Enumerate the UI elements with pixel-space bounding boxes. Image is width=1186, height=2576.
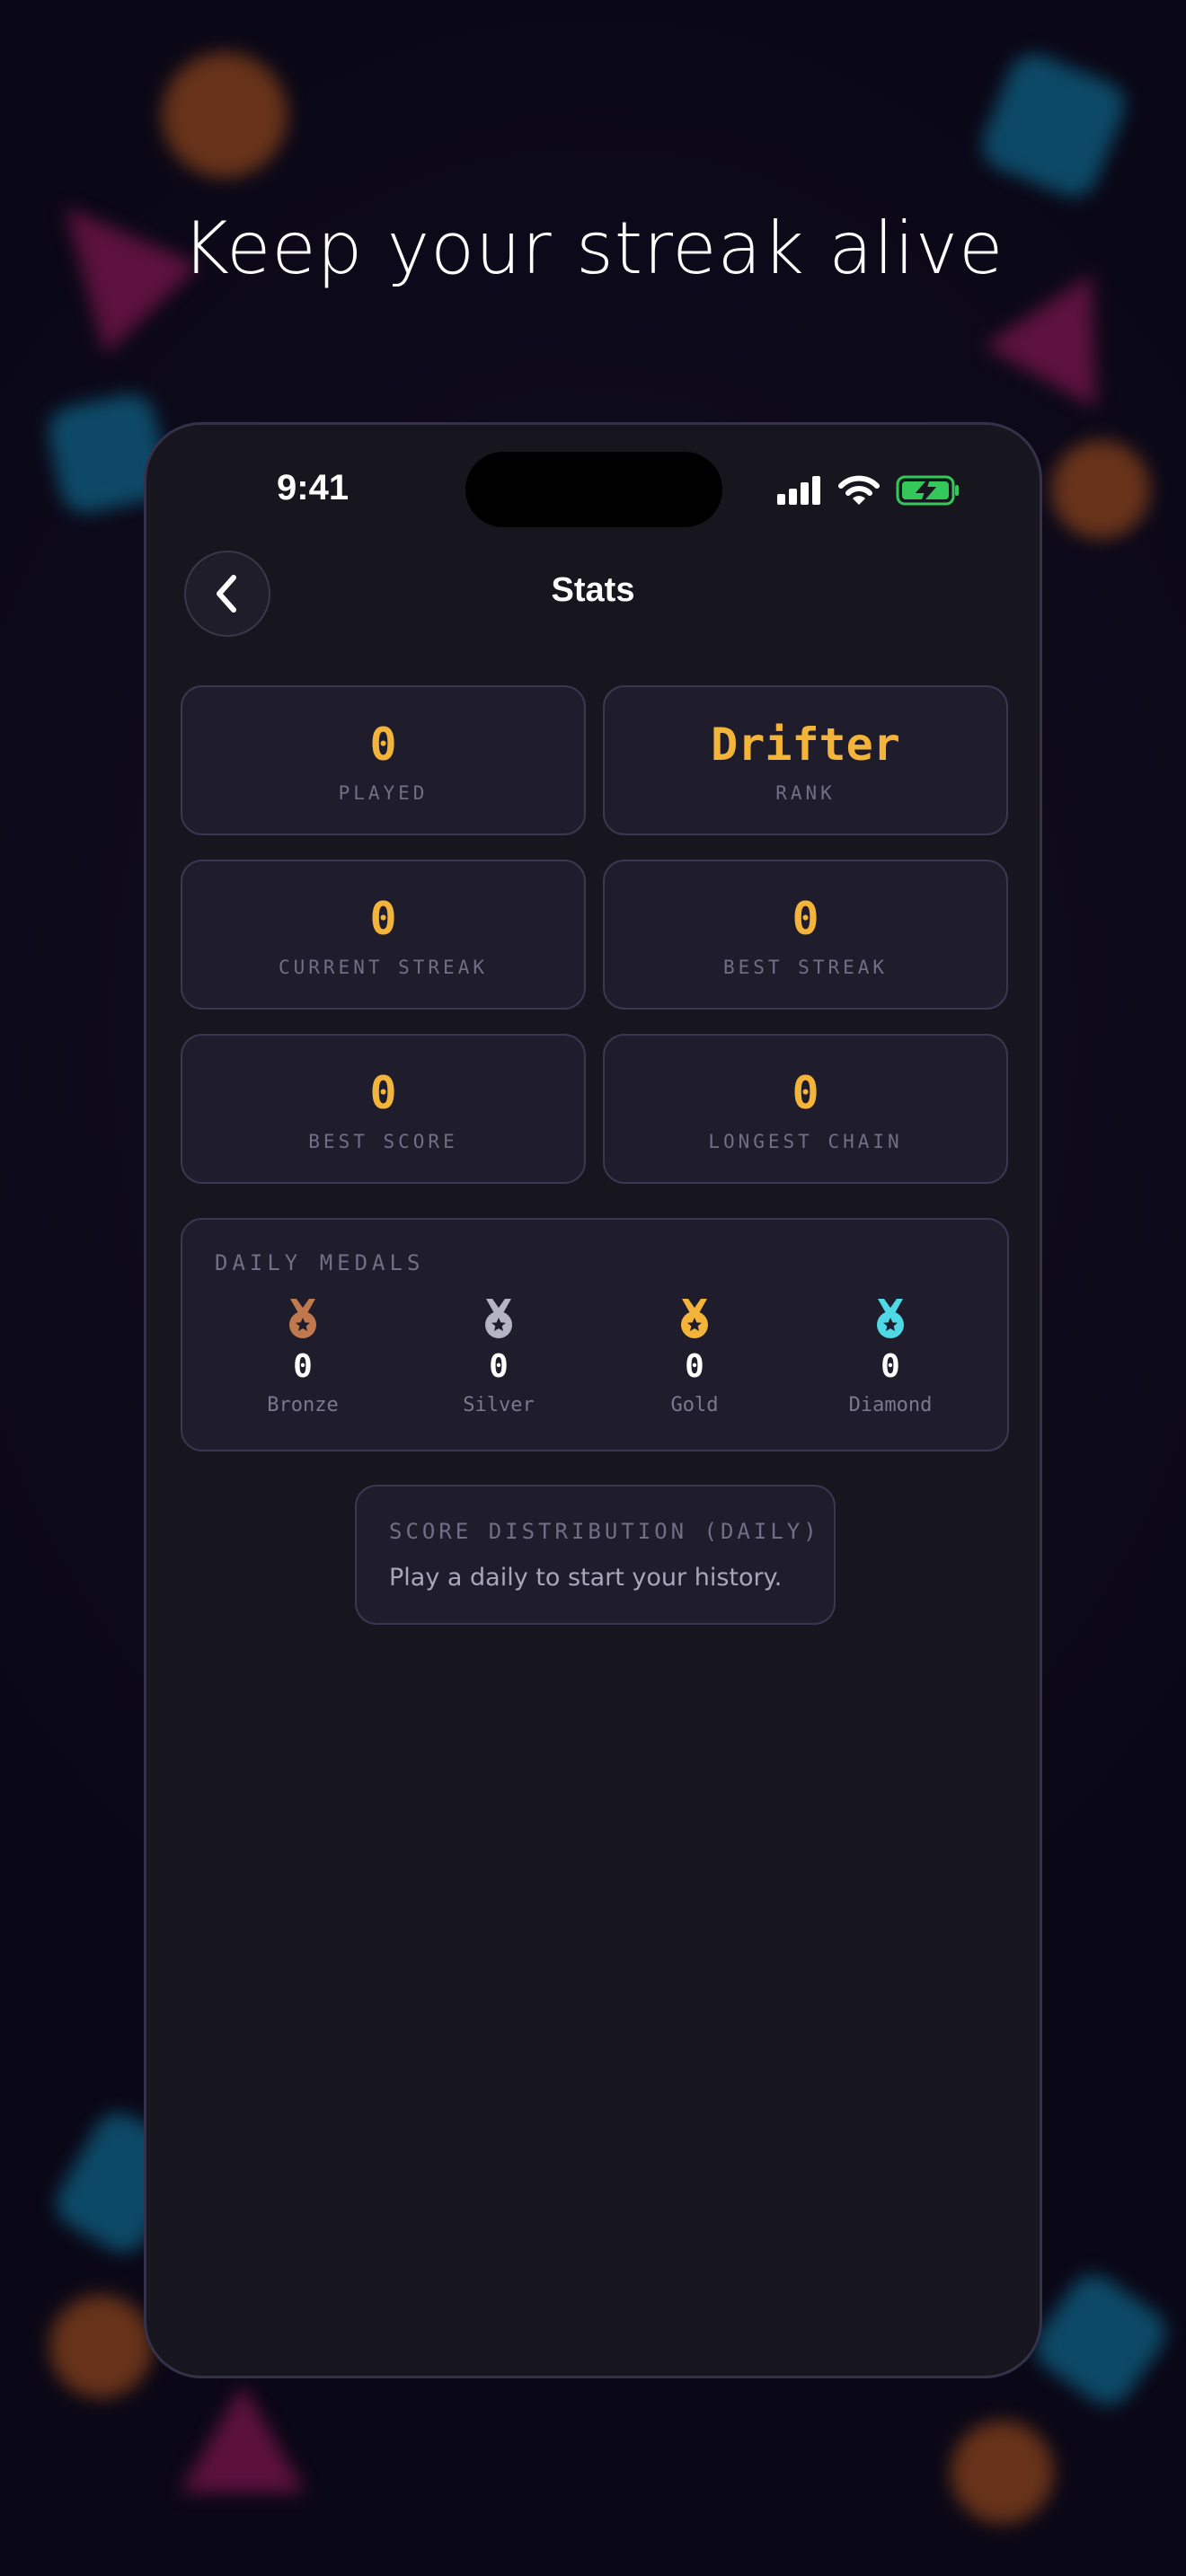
distribution-empty-text: Play a daily to start your history. <box>389 1564 783 1592</box>
bg-pink-triangle <box>180 2385 305 2492</box>
hero-title: Keep your streak alive <box>181 207 1005 290</box>
bg-blue-square <box>974 46 1133 205</box>
bg-orange-circle <box>1051 440 1150 539</box>
stat-card-best-score: 0 BEST SCORE <box>181 1034 586 1184</box>
bg-orange-circle <box>162 52 288 178</box>
bg-orange-circle <box>951 2421 1054 2524</box>
stat-card-longest-chain: 0 LONGEST CHAIN <box>603 1034 1008 1184</box>
bg-blue-square <box>1025 2264 1176 2415</box>
stat-card-rank: Drifter RANK <box>603 685 1008 835</box>
page-title: Stats <box>551 571 635 609</box>
medal-name: Gold <box>670 1394 719 1416</box>
stat-value: 0 <box>369 893 397 945</box>
medal-icon <box>485 1299 512 1338</box>
medal-count: 0 <box>881 1348 900 1385</box>
stat-value: 0 <box>792 893 819 945</box>
dynamic-island <box>465 452 722 527</box>
stat-card-played: 0 PLAYED <box>181 685 586 835</box>
medal-count: 0 <box>293 1348 313 1385</box>
status-icons <box>777 475 960 506</box>
stat-card-best-streak: 0 BEST STREAK <box>603 860 1008 1010</box>
score-distribution-card: SCORE DISTRIBUTION (DAILY) Play a daily … <box>355 1485 836 1625</box>
stat-value: Drifter <box>711 719 900 771</box>
stat-card-current-streak: 0 CURRENT STREAK <box>181 860 586 1010</box>
medal-icon <box>289 1299 316 1338</box>
medal-name: Silver <box>463 1394 535 1416</box>
stat-label: RANK <box>775 782 836 804</box>
stat-label: PLAYED <box>338 782 429 804</box>
bg-orange-circle <box>49 2295 153 2398</box>
status-time: 9:41 <box>277 468 350 507</box>
stat-label: CURRENT STREAK <box>278 957 488 978</box>
battery-charging-icon <box>896 475 959 506</box>
cellular-signal-icon <box>777 476 820 505</box>
medal-icon <box>877 1299 904 1338</box>
wifi-icon <box>838 475 880 505</box>
medal-name: Bronze <box>267 1394 339 1416</box>
stat-label: LONGEST CHAIN <box>708 1131 903 1152</box>
stat-value: 0 <box>369 1067 397 1119</box>
stat-value: 0 <box>369 719 397 771</box>
distribution-heading: SCORE DISTRIBUTION (DAILY) <box>389 1519 820 1544</box>
medal-icon <box>681 1299 708 1338</box>
stat-label: BEST SCORE <box>308 1131 458 1152</box>
medal-count: 0 <box>489 1348 509 1385</box>
medal-silver: 0 Silver <box>409 1297 589 1416</box>
medals-heading: DAILY MEDALS <box>215 1250 425 1275</box>
stat-value: 0 <box>792 1067 819 1119</box>
stat-label: BEST STREAK <box>722 957 889 978</box>
medal-gold: 0 Gold <box>605 1297 784 1416</box>
medal-bronze: 0 Bronze <box>213 1297 393 1416</box>
medal-diamond: 0 Diamond <box>801 1297 980 1416</box>
medal-count: 0 <box>685 1348 704 1385</box>
daily-medals-card: DAILY MEDALS 0 Bronze 0 Silver 0 Gold 0 … <box>181 1218 1009 1451</box>
medal-name: Diamond <box>848 1394 933 1416</box>
phone-frame: 9:41 Stats 0 PLAYED Drifter RANK 0 CURRE… <box>144 422 1042 2378</box>
